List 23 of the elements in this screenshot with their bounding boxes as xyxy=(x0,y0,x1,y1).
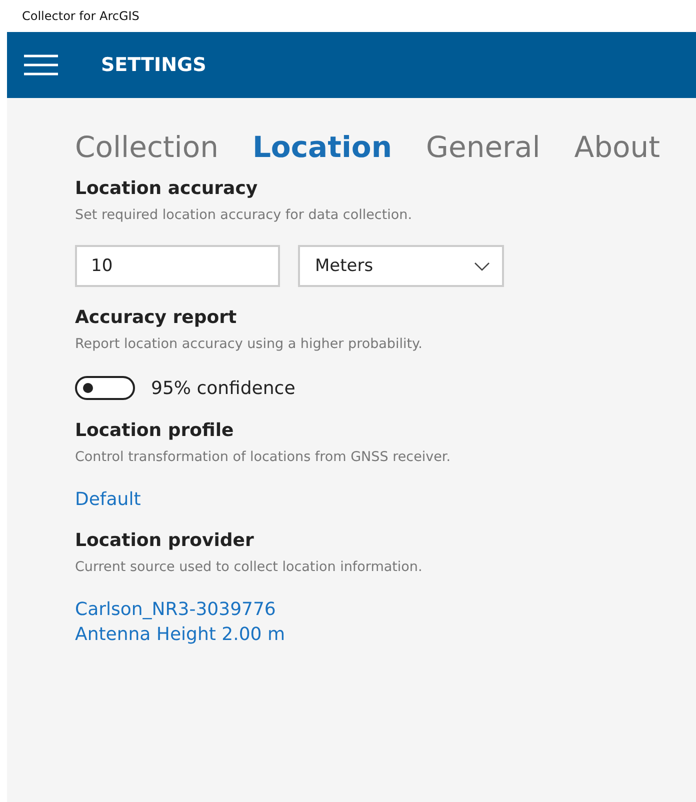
chevron-down-icon xyxy=(474,262,490,270)
tab[interactable]: Collection xyxy=(75,130,218,164)
link[interactable]: Carlson_NR3-3039776 xyxy=(75,599,276,620)
section-description: Set required location accuracy for data collection. xyxy=(75,207,413,223)
menu-icon[interactable] xyxy=(24,54,58,76)
section-heading: Location provider xyxy=(75,530,255,551)
tab[interactable]: General xyxy=(426,130,540,164)
toggle-switch[interactable] xyxy=(75,376,135,400)
section-heading: Location accuracy xyxy=(75,178,259,199)
unit-dropdown[interactable]: Meters xyxy=(298,245,504,287)
section-description: Current source used to collect location information. xyxy=(75,559,424,575)
link[interactable]: Antenna Height 2.00 m xyxy=(75,624,285,645)
tab[interactable]: Location xyxy=(252,130,392,164)
section-description: Report location accuracy using a higher probability. xyxy=(75,336,424,352)
toggle-label: 95% confidence xyxy=(151,378,296,398)
tab[interactable]: About xyxy=(574,130,660,164)
section-heading: Accuracy report xyxy=(75,307,238,328)
section-description: Control transformation of locations from GNSS receiver. xyxy=(75,449,452,465)
window-title: Collector for ArcGIS xyxy=(22,9,140,23)
page-title: SETTINGS xyxy=(101,54,206,76)
section-heading: Location profile xyxy=(75,420,235,441)
link[interactable]: Default xyxy=(75,489,141,510)
accuracy-input[interactable]: 10 xyxy=(75,245,280,287)
